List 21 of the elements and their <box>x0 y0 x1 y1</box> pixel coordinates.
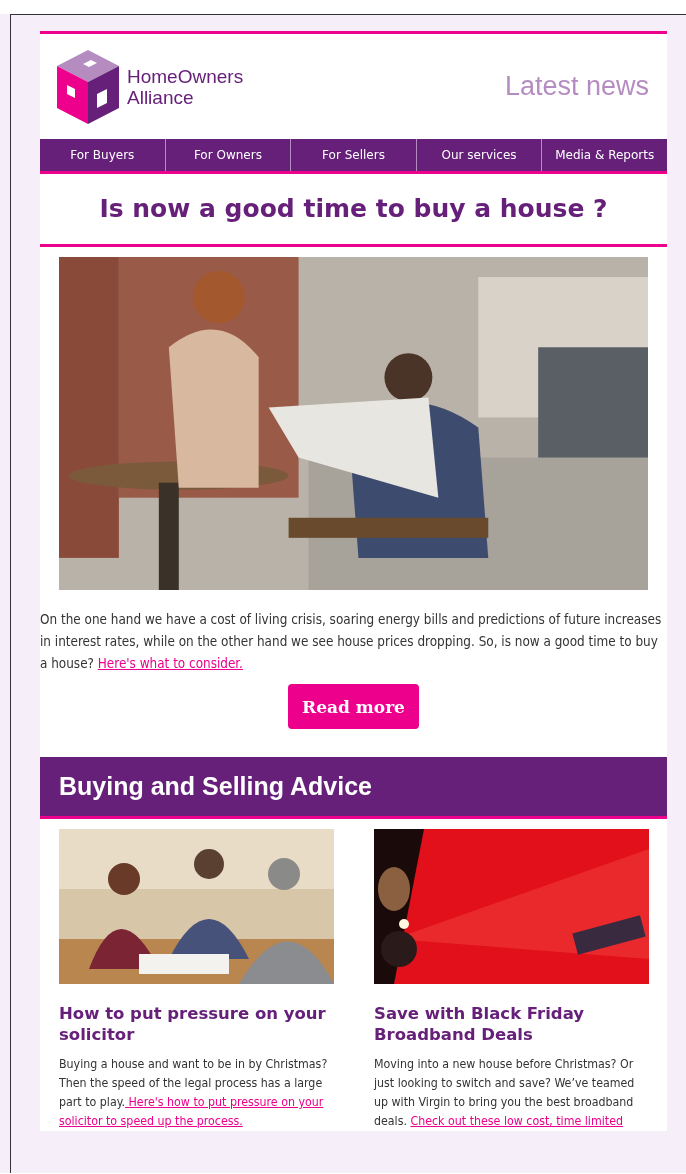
nav-link[interactable]: Our services <box>415 139 542 171</box>
article-title: Save with Black Friday Broadband Deals <box>374 1003 586 1046</box>
intro-paragraph: On the one hand we have a cost of living crisis, soaring energy bills and predictions of future increases in interest rates, while on the other hand we see house prices dropping. So, is now a good time to buy a house? Here's what to consider. <box>40 611 663 673</box>
article-paragraph: Moving into a new house before Christmas? Or just looking to switch and save? We’ve teamed up with Virgin to bring you the best broadband deals. Check out these low cost, time limited <box>374 1056 636 1130</box>
nav-link[interactable]: For Buyers <box>40 139 165 171</box>
feature-title: Is now a good time to buy a house ? <box>40 174 667 247</box>
nav-link[interactable]: For Owners <box>164 139 291 171</box>
nav-link[interactable]: For Sellers <box>290 139 416 171</box>
section-heading: Buying and Selling Advice <box>40 757 667 819</box>
brand-name: HomeOwners <box>127 65 244 87</box>
article-link[interactable]: solicitor to speed up the process. <box>59 1114 243 1128</box>
read-more-button[interactable]: Read more <box>288 684 419 729</box>
article-paragraph: Buying a house and want to be in by Christmas? Then the speed of the legal process has a large part to play. Here's how to put pressure on your solicitor to speed up the process. <box>59 1056 329 1130</box>
header-tagline: Latest news <box>504 71 649 102</box>
consider-link[interactable]: Here's what to consider. <box>97 656 243 671</box>
article-link[interactable]: Check out these low cost, time limited <box>410 1114 623 1128</box>
article-link[interactable]: Here's how to put pressure on your <box>125 1095 324 1109</box>
brand-name: Alliance <box>127 86 195 108</box>
cube-logo-icon <box>57 49 119 124</box>
nav-link[interactable]: Media & Reports <box>541 139 667 171</box>
article-title: How to put pressure on your solicitor <box>59 1003 327 1046</box>
